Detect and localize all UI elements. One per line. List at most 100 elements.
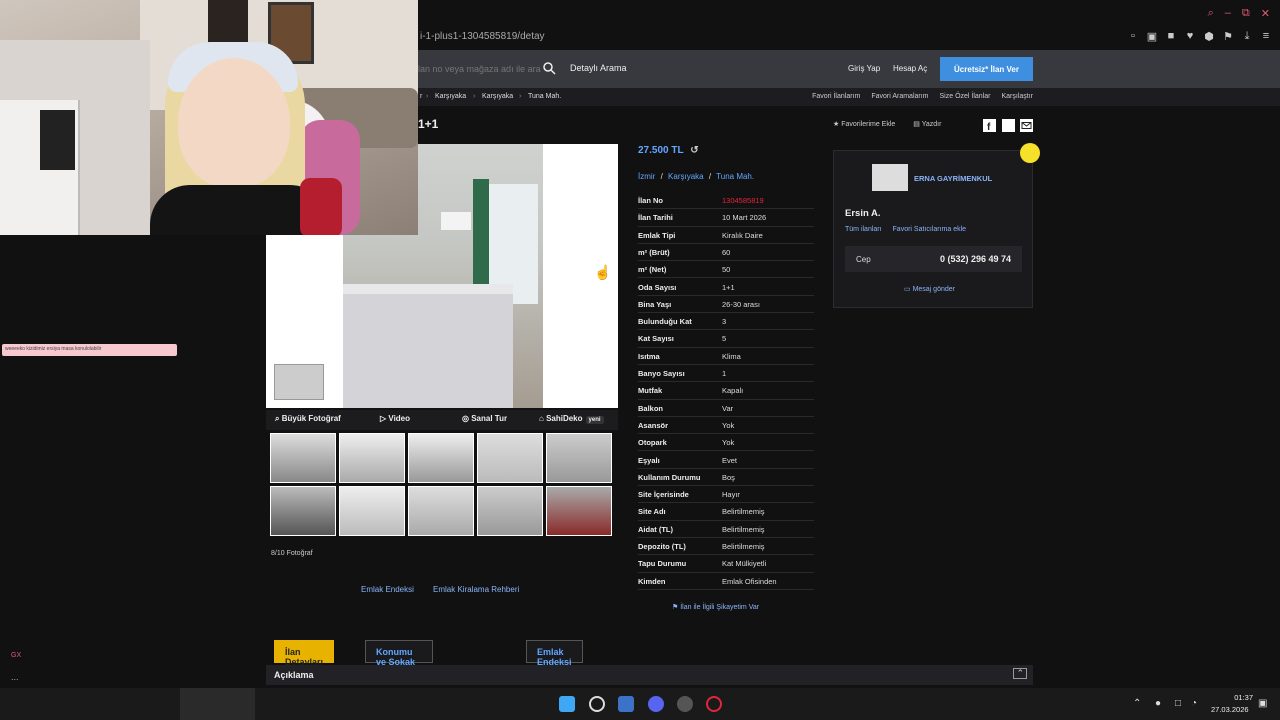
description-header[interactable]: Açıklama ⌃ xyxy=(266,665,1033,685)
special-ads-link[interactable]: Size Özel İlanlar xyxy=(940,93,991,100)
real-estate-index-link[interactable]: Emlak Endeksi xyxy=(361,585,414,594)
opera-gx-icon[interactable] xyxy=(706,696,722,712)
detail-key: Bulunduğu Kat xyxy=(638,317,692,327)
url-text[interactable]: i-1-plus1-1304585819/detay xyxy=(420,31,545,42)
menu-icon[interactable]: ≡ xyxy=(1260,30,1272,43)
login-link[interactable]: Giriş Yap xyxy=(848,64,880,73)
more-icon[interactable]: ... xyxy=(11,672,19,682)
tray-chevron-icon[interactable]: ⌃ xyxy=(1133,698,1141,709)
email-icon[interactable] xyxy=(1020,119,1033,132)
agent-name: Ersin A. xyxy=(845,208,881,219)
favorite-searches-link[interactable]: Favori Aramalarım xyxy=(871,93,928,100)
tab-large-photo[interactable]: ⌕ Büyük Fotoğraf xyxy=(275,414,341,424)
discord-icon[interactable] xyxy=(648,696,664,712)
detail-value: 60 xyxy=(722,247,731,257)
print-link[interactable]: Yazdır xyxy=(922,121,942,128)
seller-logo[interactable] xyxy=(872,164,908,191)
tab-sahideko[interactable]: ⌂ SahiDeko yeni xyxy=(539,414,604,424)
detail-value: Yok xyxy=(722,420,735,430)
breadcrumb-item[interactable]: Karşıyaka xyxy=(482,93,513,100)
printer-icon[interactable]: ▤ xyxy=(913,121,920,128)
flag-icon[interactable]: ⚑ xyxy=(1222,30,1234,43)
add-favorite-link[interactable]: Favorilerime Ekle xyxy=(841,121,895,128)
location-neighborhood[interactable]: Tuna Mah. xyxy=(716,172,754,181)
collapse-icon[interactable]: ⌃ xyxy=(1013,668,1027,679)
star-icon[interactable]: ★ xyxy=(833,121,839,128)
search-icon[interactable]: ⌕ xyxy=(1208,7,1214,20)
microphone-icon[interactable]: ● xyxy=(1155,698,1161,709)
detail-key: Balkon xyxy=(638,403,664,413)
thumbnail[interactable] xyxy=(339,433,405,483)
detail-value: Boş xyxy=(722,472,735,482)
price: 27.500 TL ↺ xyxy=(638,145,699,156)
search-input[interactable] xyxy=(418,59,558,79)
detail-value: Emlak Ofisinden xyxy=(722,576,777,586)
pocket-icon[interactable]: ■ xyxy=(1165,30,1177,43)
breadcrumb-item[interactable]: Tuna Mah. xyxy=(528,93,561,100)
phone-number[interactable]: 0 (532) 296 49 74 xyxy=(940,254,1011,264)
location-city[interactable]: İzmir xyxy=(638,172,655,181)
search-icon[interactable] xyxy=(589,696,605,712)
seller-links: Tüm ilanları Favori Satıcılarıma ekle xyxy=(845,226,966,233)
breadcrumb-separator: › xyxy=(519,93,522,100)
thumbnail[interactable] xyxy=(339,486,405,536)
favorites-links: Favori İlanlarım Favori Aramalarım Size … xyxy=(812,93,1033,100)
twitter-icon[interactable] xyxy=(1002,119,1015,132)
clock-time[interactable]: 01:37 xyxy=(1213,693,1253,702)
tab-virtual-tour[interactable]: ◎ Sanal Tur xyxy=(462,414,507,423)
close-icon[interactable]: ✕ xyxy=(1261,7,1270,20)
detail-key: Kat Sayısı xyxy=(638,334,674,344)
rental-guide-link[interactable]: Emlak Kiralama Rehberi xyxy=(433,585,519,594)
tab-video[interactable]: ▷ Video xyxy=(380,414,410,423)
history-icon[interactable]: ↺ xyxy=(690,145,698,156)
photo-air-conditioner xyxy=(441,212,471,230)
thumbnail[interactable] xyxy=(546,433,612,483)
breadcrumb-item[interactable]: Karşıyaka xyxy=(435,93,466,100)
minimize-icon[interactable]: – xyxy=(1225,7,1231,20)
favorite-ads-link[interactable]: Favori İlanlarım xyxy=(812,93,860,100)
thumbnail[interactable] xyxy=(477,486,543,536)
tab-listing-details[interactable]: İlan Detayları xyxy=(274,640,335,667)
detail-key: Isıtma xyxy=(638,351,660,361)
gx-label[interactable]: GX xyxy=(11,652,21,659)
volume-icon[interactable]: ◔ xyxy=(1191,698,1197,709)
app-icon[interactable] xyxy=(677,696,693,712)
extensions-icon[interactable]: ⬢ xyxy=(1203,30,1215,43)
sidebar-icon[interactable]: ▫ xyxy=(1127,30,1139,43)
network-icon[interactable]: □ xyxy=(1175,698,1181,709)
restore-icon[interactable]: ⧉ xyxy=(1242,7,1250,20)
detailed-search-link[interactable]: Detaylı Arama xyxy=(570,63,627,73)
search-icon[interactable] xyxy=(542,61,556,75)
add-favorite-seller-link[interactable]: Favori Satıcılarıma ekle xyxy=(893,226,967,233)
send-message-link[interactable]: ▭ Mesaj gönder xyxy=(904,285,955,293)
thumbnail[interactable] xyxy=(408,433,474,483)
start-icon[interactable] xyxy=(559,696,575,712)
facebook-icon[interactable]: f xyxy=(983,119,996,132)
thumbnail[interactable] xyxy=(477,433,543,483)
thumbnail[interactable] xyxy=(270,433,336,483)
notifications-icon[interactable]: ▣ xyxy=(1258,698,1267,709)
bookmark-icon[interactable]: ▣ xyxy=(1146,30,1158,43)
heart-icon[interactable]: ♥ xyxy=(1184,30,1196,43)
post-ad-button[interactable]: Ücretsiz* İlan Ver xyxy=(940,57,1033,81)
thumbnail[interactable] xyxy=(546,486,612,536)
clock-date[interactable]: 27.03.2026 xyxy=(1211,705,1249,714)
breadcrumb-item[interactable]: r xyxy=(420,93,422,100)
detail-row: Eşyalı Evet xyxy=(638,452,814,469)
compare-link[interactable]: Karşılaştır xyxy=(1001,93,1033,100)
detail-value: 5 xyxy=(722,334,727,344)
detail-value: Klima xyxy=(722,351,741,361)
detail-key: Asansör xyxy=(638,420,669,430)
complaint-link[interactable]: ⚑ İlan ile İlgili Şikayetim Var xyxy=(672,603,759,611)
tab-real-estate-index[interactable]: Emlak Endeksi xyxy=(526,640,583,667)
register-link[interactable]: Hesap Aç xyxy=(893,64,927,73)
location-district[interactable]: Karşıyaka xyxy=(668,172,704,181)
seller-company[interactable]: ERNA GAYRİMENKUL xyxy=(914,174,992,183)
new-badge: yeni xyxy=(585,416,604,424)
thumbnail[interactable] xyxy=(270,486,336,536)
tab-location[interactable]: Konumu ve Sokak Görünümü xyxy=(365,640,433,677)
all-ads-link[interactable]: Tüm ilanları xyxy=(845,226,882,233)
download-icon[interactable]: ⤓ xyxy=(1241,30,1253,43)
app-icon[interactable] xyxy=(618,696,634,712)
thumbnail[interactable] xyxy=(408,486,474,536)
